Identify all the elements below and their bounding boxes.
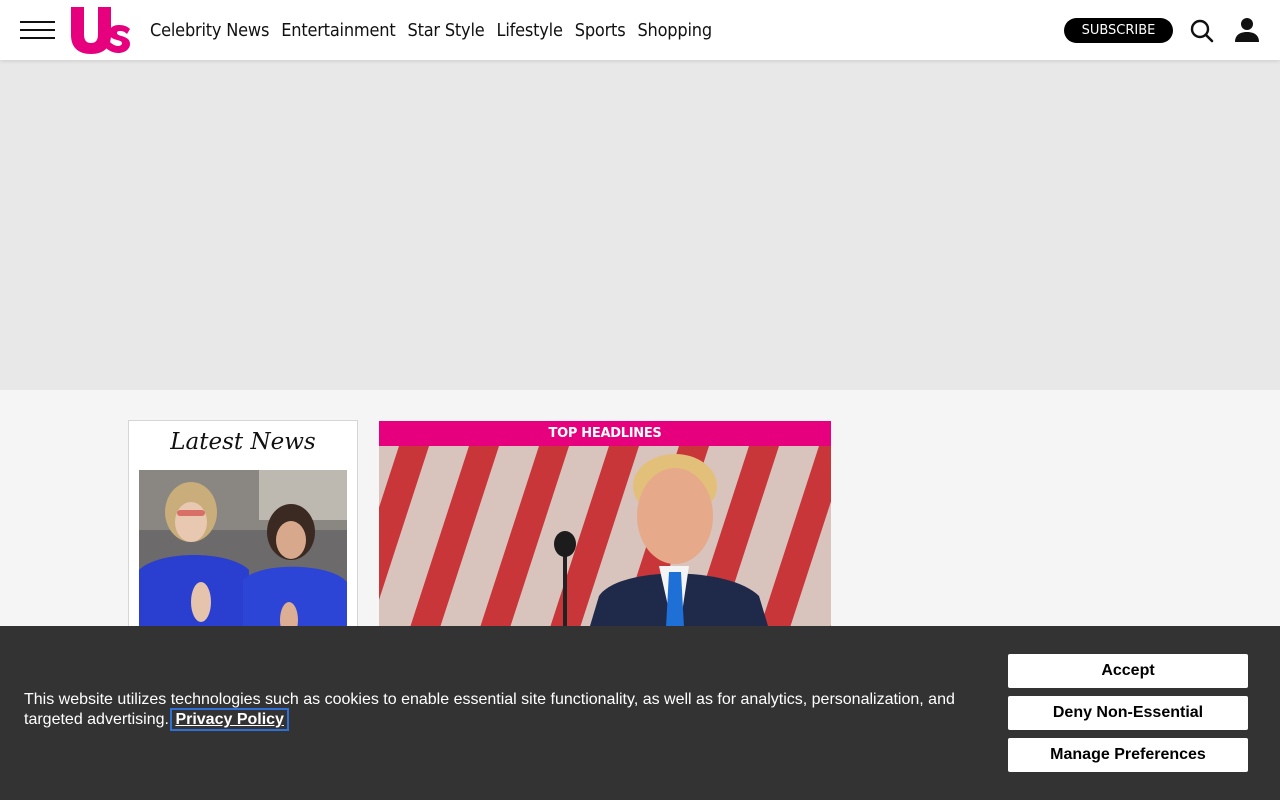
cookie-banner: This website utilizes technologies such … [0, 626, 1280, 800]
menu-icon[interactable] [20, 19, 55, 41]
latest-news-image[interactable] [139, 470, 347, 650]
top-headline-image[interactable] [379, 446, 831, 646]
nav-star-style[interactable]: Star Style [407, 20, 484, 41]
main-nav: Celebrity News Entertainment Star Style … [150, 0, 712, 60]
cookie-message: This website utilizes technologies such … [24, 690, 984, 731]
nav-sports[interactable]: Sports [575, 20, 626, 41]
top-headlines-card[interactable]: TOP HEADLINES [379, 421, 831, 661]
deny-non-essential-button[interactable]: Deny Non-Essential [1008, 696, 1248, 730]
top-headlines-label: TOP HEADLINES [379, 421, 831, 446]
privacy-policy-link[interactable]: Privacy Policy [170, 708, 289, 731]
nav-shopping[interactable]: Shopping [637, 20, 712, 41]
latest-news-title: Latest News [170, 429, 316, 455]
nav-lifestyle[interactable]: Lifestyle [497, 20, 563, 41]
user-account-icon[interactable] [1233, 16, 1261, 44]
subscribe-button[interactable]: SUBSCRIBE [1064, 18, 1173, 43]
accept-button[interactable]: Accept [1008, 654, 1248, 688]
nav-entertainment[interactable]: Entertainment [281, 20, 395, 41]
cookie-text: This website utilizes technologies such … [24, 691, 955, 728]
search-icon[interactable] [1189, 18, 1215, 44]
ad-placeholder [0, 60, 1280, 390]
manage-preferences-button[interactable]: Manage Preferences [1008, 738, 1248, 772]
nav-celebrity-news[interactable]: Celebrity News [150, 20, 269, 41]
us-logo[interactable] [68, 5, 132, 55]
latest-news-card: Latest News [128, 420, 358, 660]
site-header: Celebrity News Entertainment Star Style … [0, 0, 1280, 60]
